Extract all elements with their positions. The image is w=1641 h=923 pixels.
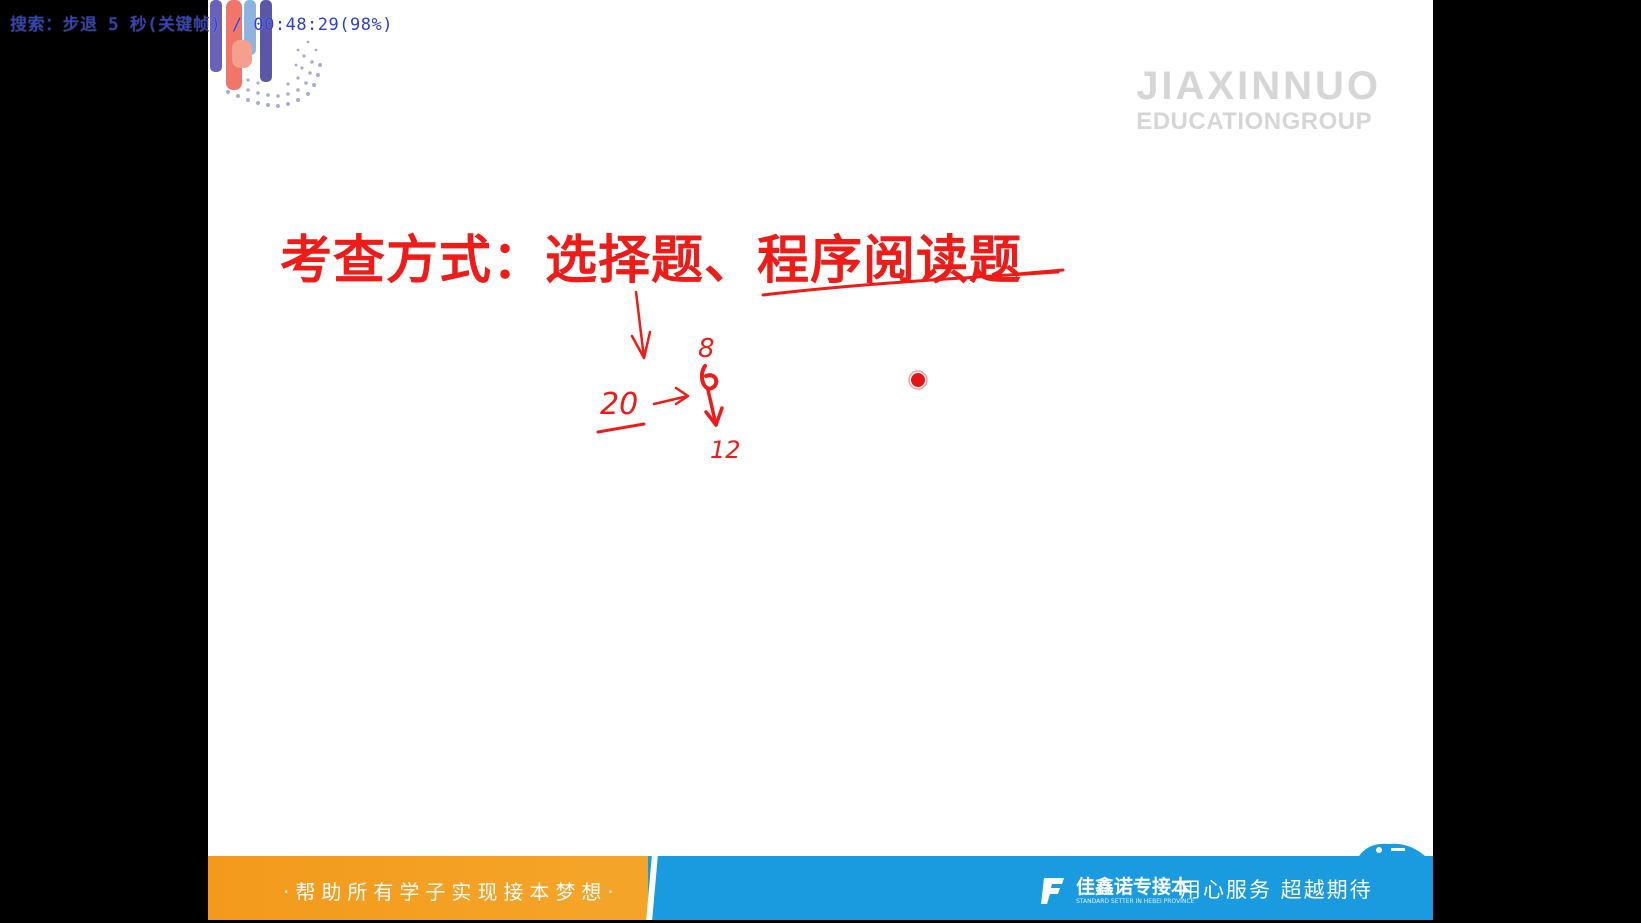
slide-title: 考查方式：选择题、程序阅读题 — [280, 231, 1023, 291]
company-watermark: JIAXINNUO EDUCATIONGROUP — [1136, 66, 1381, 134]
arrow-down-left — [634, 290, 646, 360]
red-pointer-dot-icon — [908, 370, 928, 390]
annotation-8: 8 — [698, 334, 715, 364]
scribble-number — [700, 364, 719, 391]
player-osd-status: 搜索：步退 5 秒(关键帧) / 00:48:29(98%) — [10, 15, 393, 35]
arrow-right-head — [674, 386, 690, 406]
annotation-12: 12 — [710, 436, 741, 464]
footer-slogan: ·帮助所有学子实现接本梦想· — [283, 880, 620, 904]
arrow-down-right — [706, 388, 718, 427]
presentation-slide: JIAXINNUO EDUCATIONGROUP 考查方式：选择题、程序阅读题 … — [208, 0, 1433, 920]
watermark-line2: EDUCATIONGROUP — [1136, 108, 1373, 135]
footer-divider-stroke — [646, 854, 658, 920]
handwritten-annotations: 20 8 12 — [596, 268, 1065, 464]
slide-footer-banner: ·帮助所有学子实现接本梦想· 佳鑫诺专接本 STANDARD SETTER IN… — [208, 843, 1433, 920]
brand-logo-icon — [1041, 878, 1064, 904]
video-player-screen[interactable]: 搜索：步退 5 秒(关键帧) / 00:48:29(98%) JIAXINNUO… — [0, 0, 1641, 923]
underline-stroke-tail — [1016, 268, 1065, 276]
footer-motto: 用心服务 超越期待 — [1180, 878, 1373, 902]
underline-20 — [596, 422, 646, 434]
arrow-down-right-head — [704, 406, 724, 427]
arrow-down-left-head — [630, 330, 652, 360]
annotation-20: 20 — [600, 387, 638, 422]
watermark-line1: JIAXINNUO — [1136, 64, 1381, 108]
brand-subtitle: STANDARD SETTER IN HEBEI PROVINCE — [1076, 898, 1195, 905]
footer-corner-tab — [1359, 843, 1425, 856]
brand-name: 佳鑫诺专接本 — [1076, 876, 1191, 898]
arrow-right — [652, 394, 690, 406]
